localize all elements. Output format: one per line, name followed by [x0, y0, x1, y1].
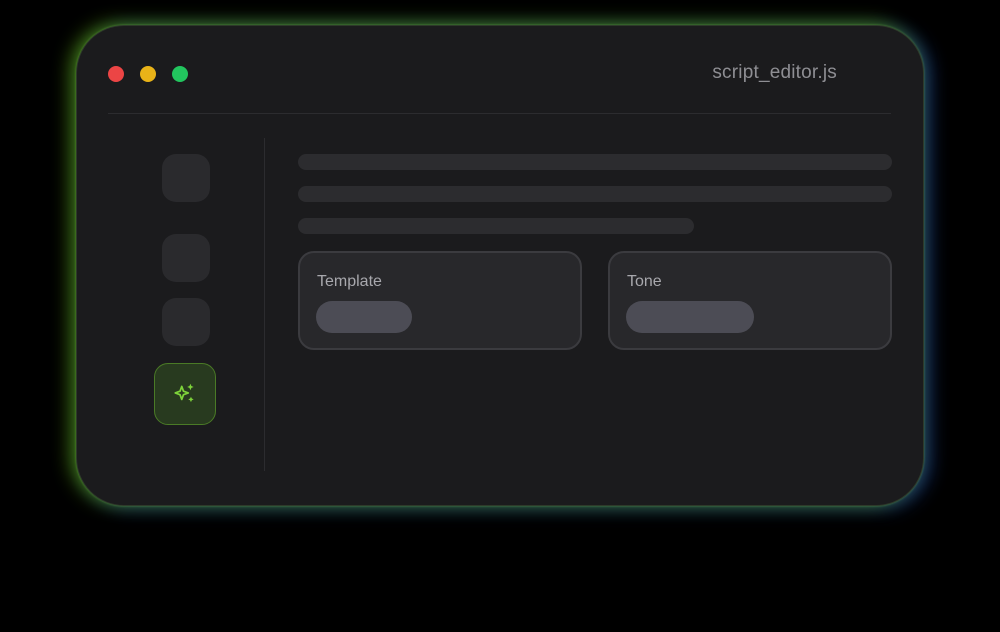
minimize-button[interactable]: [140, 66, 156, 82]
skeleton-line: [298, 154, 892, 170]
template-label: Template: [317, 273, 382, 290]
window-title: script_editor.js: [712, 62, 837, 83]
title-bar: script_editor.js: [77, 26, 923, 114]
maximize-button[interactable]: [172, 66, 188, 82]
sidebar-button-3[interactable]: [162, 298, 210, 346]
sidebar-button-ai[interactable]: [154, 363, 216, 425]
template-card[interactable]: Template: [298, 251, 582, 350]
title-divider: [108, 113, 891, 114]
sparkles-icon: [174, 383, 194, 403]
close-button[interactable]: [108, 66, 124, 82]
sidebar-divider: [264, 138, 265, 471]
tone-select[interactable]: [626, 301, 754, 333]
skeleton-line: [298, 186, 892, 202]
tone-card[interactable]: Tone: [608, 251, 892, 350]
template-select[interactable]: [316, 301, 412, 333]
sidebar-button-2[interactable]: [162, 234, 210, 282]
skeleton-line: [298, 218, 694, 234]
editor-window: script_editor.js Template Tone: [76, 25, 924, 506]
tone-label: Tone: [627, 273, 662, 290]
sidebar-button-1[interactable]: [162, 154, 210, 202]
